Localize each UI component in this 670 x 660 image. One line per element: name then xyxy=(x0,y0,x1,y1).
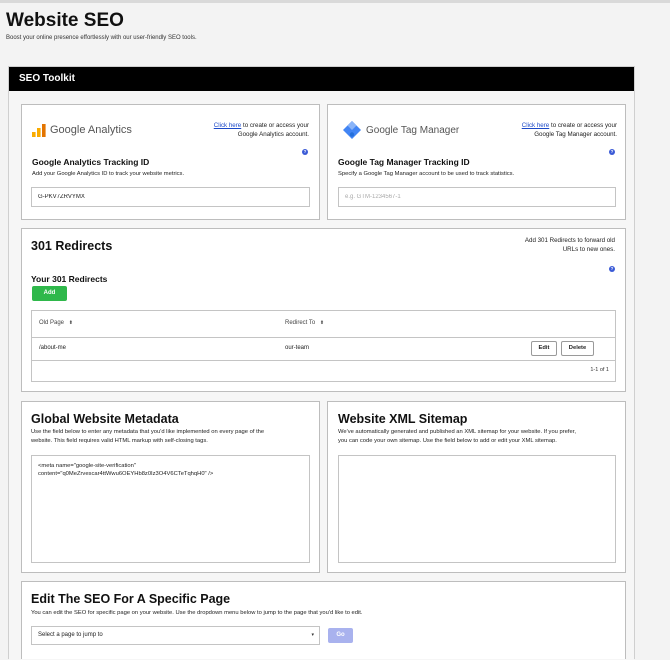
help-icon[interactable]: ? xyxy=(609,149,615,155)
google-tag-manager-link-rest-1: to create or access your xyxy=(549,122,617,129)
redirects-subtitle: Your 301 Redirects xyxy=(31,274,108,284)
google-tag-manager-link[interactable]: Click here xyxy=(522,122,550,129)
google-analytics-id-input[interactable] xyxy=(31,187,310,207)
redirects-title: 301 Redirects xyxy=(31,239,113,253)
google-tag-manager-id-input[interactable] xyxy=(338,187,616,207)
redirects-note: Add 301 Redirects to forward old URLs to… xyxy=(455,237,615,254)
delete-button[interactable]: Delete xyxy=(561,341,594,356)
edit-button[interactable]: Edit xyxy=(531,341,557,356)
caret-down-icon: ▾ xyxy=(311,632,314,638)
google-tag-manager-link-note: Click here to create or access your Goog… xyxy=(477,122,617,139)
top-border xyxy=(0,0,670,3)
help-icon[interactable]: ? xyxy=(609,266,615,272)
redirects-table: Old Page ⬍ Redirect To ⬍ /about-me our-t… xyxy=(31,310,616,382)
metadata-desc-2: website. This field requires valid HTML … xyxy=(31,438,208,444)
column-redirect-to-label: Redirect To xyxy=(285,320,316,326)
google-tag-manager-field-title: Google Tag Manager Tracking ID xyxy=(338,157,470,167)
metadata-desc-1: Use the field below to enter any metadat… xyxy=(31,429,265,435)
google-analytics-link-rest-1: to create or access your xyxy=(241,122,309,129)
go-button[interactable]: Go xyxy=(328,628,353,643)
sort-icon: ⬍ xyxy=(68,320,73,326)
redirects-note-line-1: Add 301 Redirects to forward old xyxy=(524,237,615,244)
google-analytics-brand: Google Analytics xyxy=(50,124,132,136)
metadata-title: Global Website Metadata xyxy=(31,412,179,426)
sitemap-desc-1: We've automatically generated and publis… xyxy=(338,429,576,435)
column-old-page-label: Old Page xyxy=(39,320,65,326)
page-select-value: Select a page to jump to xyxy=(38,632,103,638)
page-seo-desc: You can edit the SEO for specific page o… xyxy=(31,610,363,616)
add-redirect-button[interactable]: Add xyxy=(32,286,67,301)
redirect-to-cell: our-team xyxy=(285,345,310,351)
google-tag-manager-brand: Google Tag Manager xyxy=(366,125,460,136)
google-tag-manager-field-desc: Specify a Google Tag Manager account to … xyxy=(338,171,515,177)
column-redirect-to[interactable]: Redirect To ⬍ xyxy=(285,320,324,326)
table-row: /about-me our-team Edit Delete xyxy=(32,337,615,361)
sitemap-title: Website XML Sitemap xyxy=(338,412,468,426)
sitemap-textarea[interactable] xyxy=(338,455,616,563)
google-analytics-logo-icon xyxy=(32,124,46,137)
google-analytics-link-rest-2: Google Analytics account. xyxy=(237,130,309,138)
sitemap-desc-2: you can code your own sitemap. Use the f… xyxy=(338,438,557,444)
google-analytics-field-title: Google Analytics Tracking ID xyxy=(32,157,150,167)
google-analytics-link[interactable]: Click here xyxy=(214,122,242,129)
sort-icon: ⬍ xyxy=(319,320,325,326)
google-tag-manager-logo-icon xyxy=(343,121,361,139)
old-page-cell: /about-me xyxy=(39,345,67,351)
page-seo-title: Edit The SEO For A Specific Page xyxy=(31,592,231,606)
google-analytics-field-desc: Add your Google Analytics ID to track yo… xyxy=(32,171,185,177)
pagination-info: 1-1 of 1 xyxy=(590,367,609,373)
redirects-note-line-2: URLs to new ones. xyxy=(562,245,615,253)
google-tag-manager-link-rest-2: Google Tag Manager account. xyxy=(534,130,617,138)
page-title: Website SEO xyxy=(6,10,124,31)
help-icon[interactable]: ? xyxy=(302,149,308,155)
column-old-page[interactable]: Old Page ⬍ xyxy=(39,320,73,326)
google-analytics-link-note: Click here to create or access your Goog… xyxy=(179,122,309,139)
page-subtitle: Boost your online presence effortlessly … xyxy=(6,35,197,41)
metadata-textarea[interactable]: <meta name="google-site-verification" co… xyxy=(31,455,310,563)
table-header: Old Page ⬍ Redirect To ⬍ xyxy=(32,311,615,338)
toolkit-header: SEO Toolkit xyxy=(9,67,634,91)
page-select[interactable]: Select a page to jump to ▾ xyxy=(31,626,320,645)
